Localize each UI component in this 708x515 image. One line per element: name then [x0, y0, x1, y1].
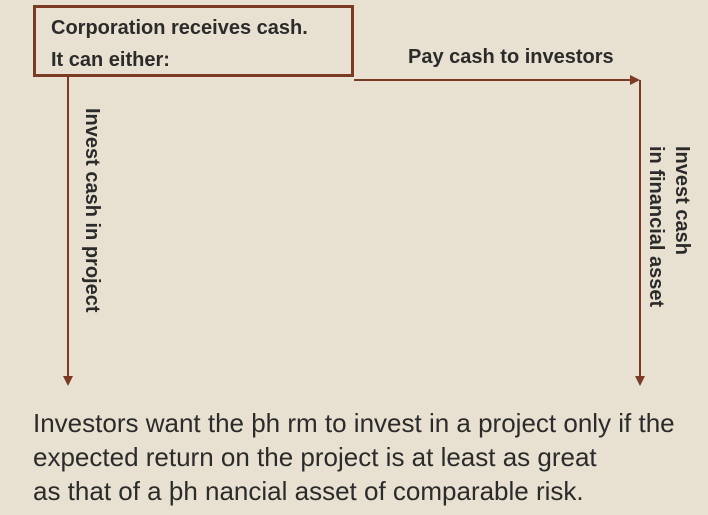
invest-financial-label: Invest cash in financial asset: [643, 146, 695, 307]
horizontal-arrowhead: [630, 75, 640, 85]
caption-line-2: expected return on the project is at lea…: [33, 442, 597, 472]
invest-financial-line-2: in financial asset: [645, 146, 667, 308]
corporation-box: Corporation receives cash. It can either…: [33, 5, 354, 77]
caption-line-3: as that of a þh nancial asset of compara…: [33, 476, 584, 506]
box-line-1: Corporation receives cash.: [51, 17, 308, 39]
caption: Investors want the þh rm to invest in a …: [33, 406, 693, 508]
invest-financial-line-1: Invest cash: [671, 146, 693, 255]
diagram-canvas: Corporation receives cash. It can either…: [0, 0, 708, 515]
right-arrowhead: [635, 376, 645, 386]
pay-investors-label: Pay cash to investors: [408, 46, 614, 68]
invest-project-label: Invest cash in project: [81, 108, 103, 313]
caption-line-1: Investors want the þh rm to invest in a …: [33, 408, 675, 438]
left-arrowhead: [63, 376, 73, 386]
box-line-2: It can either:: [51, 49, 170, 71]
